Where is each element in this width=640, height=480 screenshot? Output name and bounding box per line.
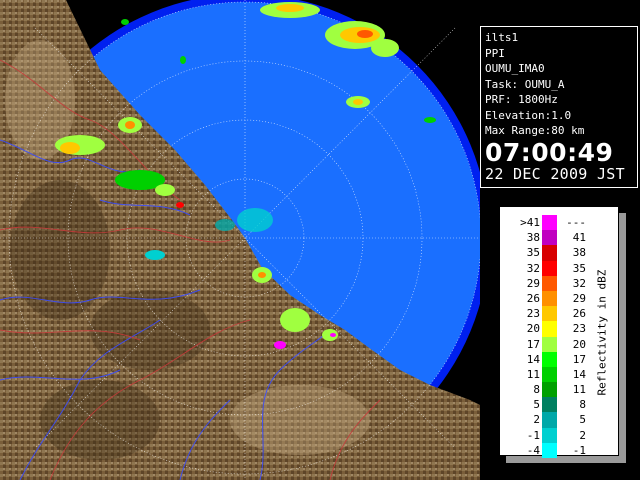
prf-value: PRF: 1800Hz bbox=[485, 93, 558, 106]
legend-row: 8 11 bbox=[506, 382, 606, 398]
elevation-value: Elevation:1.0 bbox=[485, 108, 572, 122]
legend-row: 20 23 bbox=[506, 321, 606, 337]
legend-low-value: 32 bbox=[526, 261, 540, 275]
legend-color-swatch bbox=[542, 382, 557, 398]
legend-low-value: 5 bbox=[533, 398, 540, 412]
radar-ppi-display[interactable] bbox=[0, 0, 480, 480]
legend-low-value: -4 bbox=[526, 443, 540, 457]
legend-low-value: 23 bbox=[526, 307, 540, 321]
legend-row: 29 32 bbox=[506, 275, 606, 291]
scan-time: 07:00:49 bbox=[485, 137, 614, 167]
scan-mode: PPI bbox=[485, 46, 505, 60]
legend-color-swatch bbox=[542, 427, 557, 443]
legend-row: 14 17 bbox=[506, 351, 606, 367]
radar-info-panel: ilts1 PPI OUMU_IMA0 Task: OUMU_A PRF: 18… bbox=[480, 26, 638, 188]
max-range-value: Max Range:80 km bbox=[485, 124, 585, 137]
legend-high-value: 41 bbox=[572, 231, 586, 245]
legend-color-swatch bbox=[542, 442, 557, 458]
legend-color-swatch bbox=[542, 351, 557, 367]
legend-high-value: 29 bbox=[572, 291, 586, 305]
reflectivity-legend: >41 --- 38 41 35 38 32 35 29 32 26 29 23 26 20 23 17 20 14… bbox=[499, 206, 619, 458]
legend-high-value: 11 bbox=[572, 383, 586, 397]
legend-row: >41 --- bbox=[506, 215, 606, 231]
legend-color-swatch bbox=[542, 230, 557, 246]
legend-high-value: 23 bbox=[572, 322, 586, 336]
legend-high-value: 2 bbox=[579, 428, 586, 442]
legend-color-swatch bbox=[542, 366, 557, 383]
legend-low-value: -1 bbox=[526, 428, 540, 442]
legend-row: 38 41 bbox=[506, 230, 606, 246]
legend-rows: >41 --- 38 41 35 38 32 35 29 32 26 29 23 26 20 23 17 20 14… bbox=[506, 215, 606, 458]
legend-row: 32 35 bbox=[506, 260, 606, 276]
legend-row: -1 2 bbox=[506, 427, 606, 443]
legend-high-value: 38 bbox=[572, 246, 586, 260]
legend-low-value: 29 bbox=[526, 276, 540, 290]
legend-color-swatch bbox=[542, 397, 557, 413]
legend-high-value: 35 bbox=[572, 261, 586, 275]
scan-date: 22 DEC 2009 JST bbox=[485, 164, 625, 183]
legend-low-value: 11 bbox=[526, 367, 540, 381]
legend-high-value: 26 bbox=[572, 307, 586, 321]
legend-low-value: 20 bbox=[526, 322, 540, 336]
legend-row: 58 bbox=[506, 397, 606, 413]
legend-color-swatch bbox=[542, 245, 557, 261]
legend-high-value: 8 bbox=[579, 398, 586, 412]
legend-row: 11 14 bbox=[506, 366, 606, 383]
legend-low-value: 17 bbox=[526, 337, 540, 351]
legend-row: 17 20 bbox=[506, 336, 606, 352]
legend-low-value: 26 bbox=[526, 291, 540, 305]
legend-low-value: 38 bbox=[526, 231, 540, 245]
legend-row: 35 38 bbox=[506, 245, 606, 261]
legend-high-value: 17 bbox=[572, 352, 586, 366]
legend-row: 26 29 bbox=[506, 290, 606, 307]
legend-low-value: 14 bbox=[526, 352, 540, 366]
legend-color-swatch bbox=[542, 215, 557, 231]
legend-color-swatch bbox=[542, 306, 557, 322]
legend-high-value: 5 bbox=[579, 413, 586, 427]
legend-high-value: 32 bbox=[572, 276, 586, 290]
legend-color-swatch bbox=[542, 290, 557, 307]
radar-map bbox=[0, 0, 480, 480]
legend-color-swatch bbox=[542, 321, 557, 337]
legend-title: Reflectivity in dBZ bbox=[595, 269, 609, 396]
legend-row: -4 -1 bbox=[506, 442, 606, 458]
legend-high-value: -1 bbox=[572, 443, 586, 457]
legend-title-box: Reflectivity in dBZ bbox=[592, 267, 612, 407]
legend-high-value: --- bbox=[566, 216, 586, 229]
legend-low-value: 2 bbox=[533, 413, 540, 427]
radar-id: ilts1 bbox=[485, 31, 519, 44]
legend-high-value: 14 bbox=[572, 367, 586, 381]
legend-low-value: >41 bbox=[520, 216, 540, 229]
legend-color-swatch bbox=[542, 412, 557, 428]
legend-color-swatch bbox=[542, 275, 557, 291]
legend-row: 25 bbox=[506, 412, 606, 428]
legend-row: 23 26 bbox=[506, 306, 606, 322]
legend-low-value: 35 bbox=[526, 246, 540, 260]
legend-high-value: 20 bbox=[572, 337, 586, 351]
legend-color-swatch bbox=[542, 260, 557, 276]
task-name: Task: OUMU_A bbox=[485, 77, 565, 91]
legend-low-value: 8 bbox=[533, 383, 540, 397]
legend-color-swatch bbox=[542, 336, 557, 352]
product-name: OUMU_IMA0 bbox=[485, 62, 545, 75]
